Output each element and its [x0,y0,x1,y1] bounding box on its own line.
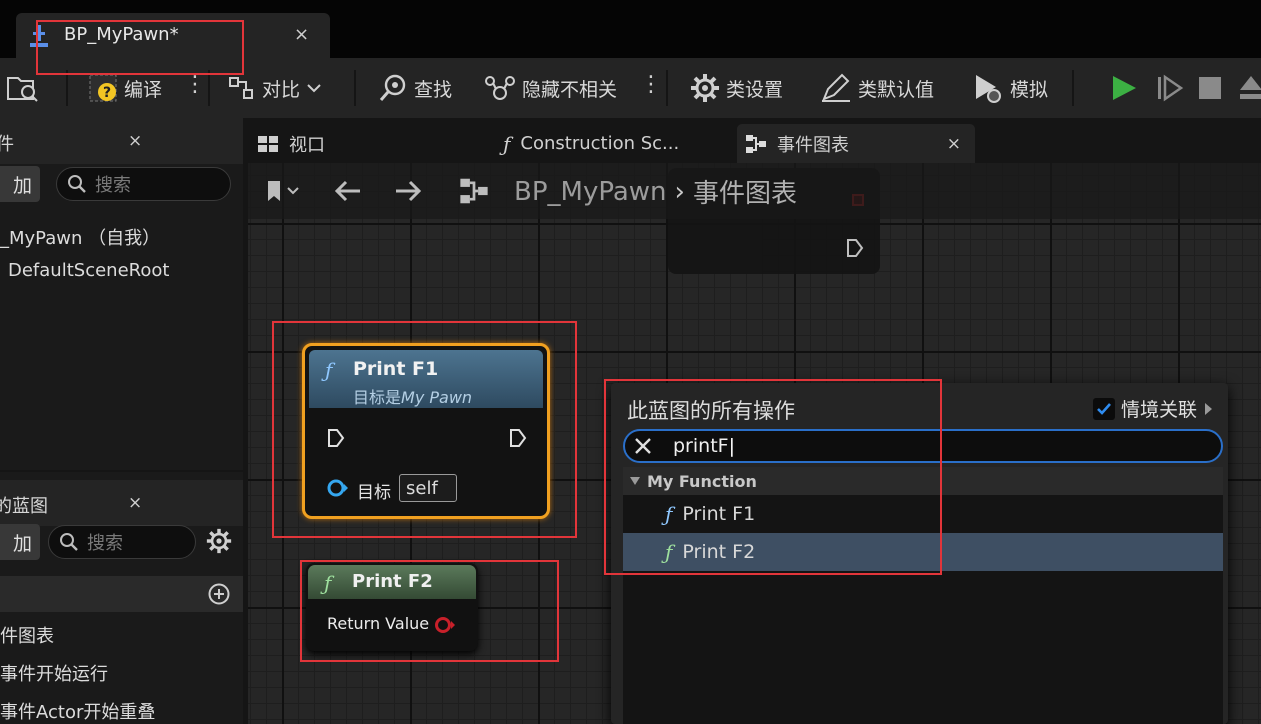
class-defaults-button[interactable]: 类默认值 [820,58,934,118]
toolbar-separator [354,70,356,106]
diff-label: 对比 [262,78,301,101]
simulate-label: 模拟 [1010,78,1049,101]
my-blueprint-item-actor-begin-overlap[interactable]: 事件Actor开始重叠 [0,698,155,724]
step-forward-icon[interactable] [1156,74,1184,102]
toolbar-separator [1072,70,1074,106]
chevron-down-icon [306,82,322,94]
viewport-icon [257,135,279,153]
my-blueprint-panel: 的蓝图 × 加 搜索 件图表 事件开始运行 事件Actor开始重叠 [0,472,243,724]
breadcrumb-separator: › [674,176,685,207]
svg-text:?: ? [103,85,111,101]
exec-pin-icon [846,238,864,258]
toolbar-separator [208,70,210,106]
stop-icon[interactable] [1198,76,1222,100]
graph-navigation-bar: BP_MyPawn › 事件图表 [248,163,1261,219]
diff-icon [228,74,256,102]
class-settings-button[interactable]: 类设置 [690,58,783,118]
components-panel: 件 × 加 搜索 _MyPawn （自我） DefaultSceneRoot [0,118,243,470]
chevron-right-icon [1203,402,1213,416]
compile-options-icon[interactable]: ⋮ [184,72,206,97]
hide-unrelated-icon [484,73,516,103]
context-sensitive-checkbox[interactable] [1093,397,1115,420]
tab-construction-script[interactable]: ƒ Construction Sc... [503,124,733,163]
tab-event-graph-label: 事件图表 [777,134,849,156]
gear-icon [690,73,720,103]
my-blueprint-panel-title: 的蓝图 [0,496,48,517]
toolbar-separator [666,70,668,106]
find-button[interactable]: 查找 [378,58,452,118]
annotation-box-action-menu [604,379,942,575]
add-blueprint-item-button[interactable]: 加 [0,524,40,560]
hide-unrelated-options-icon[interactable]: ⋮ [640,72,662,97]
add-component-label: 加 [12,174,32,197]
toolbar-separator [66,70,68,106]
back-arrow-icon[interactable] [328,173,368,209]
tab-construction-script-label: Construction Sc... [520,133,680,154]
simulate-button[interactable]: 模拟 [972,58,1048,118]
search-icon [67,174,87,194]
breadcrumb: BP_MyPawn › 事件图表 [514,173,797,210]
compile-status-icon: ? [88,73,118,103]
my-blueprint-search-input[interactable]: 搜索 [48,525,196,559]
document-tab-close-button[interactable]: × [294,24,309,45]
tab-event-graph-close-button[interactable]: × [947,134,961,154]
search-icon [59,532,79,552]
graphs-section-header[interactable] [0,576,243,612]
browse-folder-icon[interactable] [6,72,40,104]
annotation-box-document-tab [36,20,244,75]
tab-viewport-label: 视口 [289,134,325,156]
my-blueprint-panel-header: 的蓝图 × [0,480,243,526]
forward-arrow-icon[interactable] [388,173,428,209]
components-panel-header: 件 × [0,118,243,164]
my-blueprint-item-event-graph[interactable]: 件图表 [0,622,54,648]
add-blueprint-item-label: 加 [12,532,32,555]
annotation-box-print-f2 [300,560,559,662]
class-defaults-label: 类默认值 [858,78,935,101]
find-label: 查找 [414,78,453,101]
add-circle-icon[interactable] [208,583,230,605]
editor-tab-strip: 视口 ƒ Construction Sc... 事件图表 × [245,118,1261,163]
component-tree-item-default-scene-root[interactable]: DefaultSceneRoot [8,260,169,281]
play-icon[interactable] [1110,74,1138,102]
components-panel-close-button[interactable]: × [128,131,142,151]
hide-unrelated-label: 隐藏不相关 [522,78,618,101]
components-search-input[interactable]: 搜索 [56,167,231,201]
breadcrumb-root[interactable]: BP_MyPawn [514,177,667,207]
add-component-button[interactable]: 加 [0,166,40,202]
find-icon [378,73,408,103]
context-sensitive-label: 情境关联 [1121,399,1198,421]
hide-unrelated-button[interactable]: 隐藏不相关 [484,58,617,118]
context-sensitive-toggle[interactable]: 情境关联 [1093,395,1213,422]
breadcrumb-current: 事件图表 [692,179,797,209]
bookmark-dropdown-button[interactable] [256,173,308,209]
components-panel-title: 件 [0,134,14,155]
my-blueprint-panel-close-button[interactable]: × [128,493,142,513]
gear-icon[interactable] [206,528,232,554]
class-defaults-icon [820,73,852,103]
eject-icon[interactable] [1239,74,1261,102]
event-graph-icon [454,173,494,209]
tab-viewport[interactable]: 视口 [257,124,477,163]
compile-label: 编译 [124,78,163,101]
class-settings-label: 类设置 [726,78,784,101]
function-icon: ƒ [503,131,511,156]
my-blueprint-search-placeholder: 搜索 [87,533,123,554]
my-blueprint-item-begin-play[interactable]: 事件开始运行 [0,660,108,686]
components-search-placeholder: 搜索 [95,175,131,196]
simulate-icon [972,72,1004,104]
component-tree-item-self[interactable]: _MyPawn （自我） [0,224,160,250]
tab-event-graph[interactable]: 事件图表 × [737,124,975,163]
annotation-box-print-f1 [272,321,577,538]
event-graph-icon [745,134,767,154]
